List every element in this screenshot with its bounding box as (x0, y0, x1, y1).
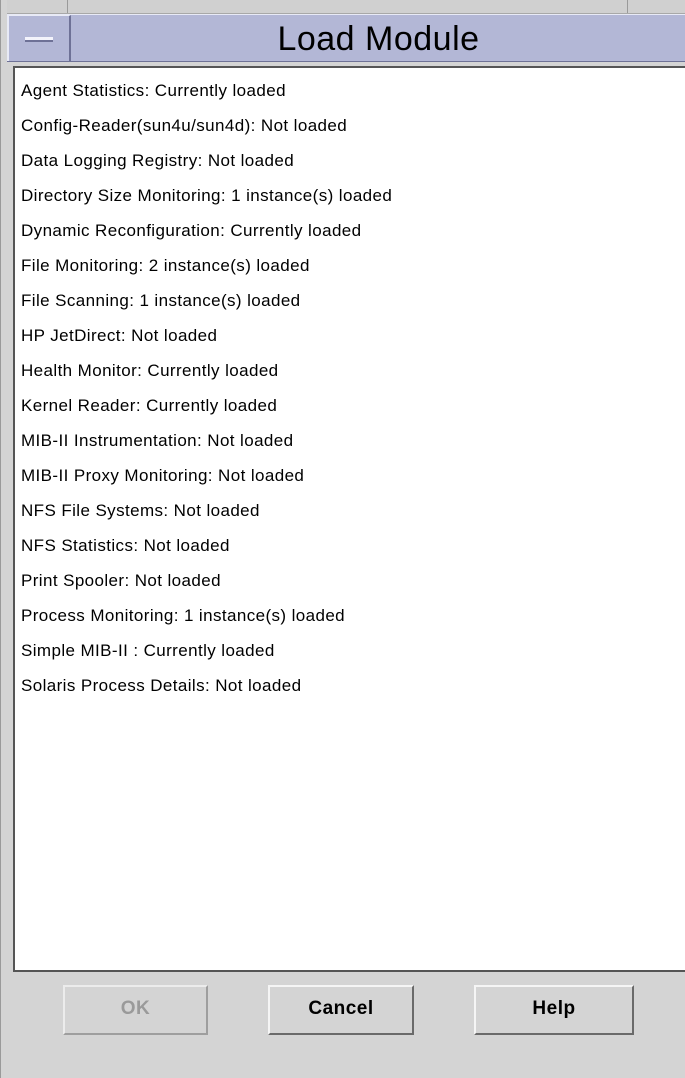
module-list-item[interactable]: Solaris Process Details: Not loaded (15, 671, 685, 706)
module-list-item[interactable]: Dynamic Reconfiguration: Currently loade… (15, 216, 685, 251)
module-list-item[interactable]: Health Monitor: Currently loaded (15, 356, 685, 391)
title-bar[interactable]: Load Module (7, 14, 685, 62)
module-list-item[interactable]: Agent Statistics: Currently loaded (15, 76, 685, 111)
module-list-item[interactable]: HP JetDirect: Not loaded (15, 321, 685, 356)
module-list-item[interactable]: NFS Statistics: Not loaded (15, 531, 685, 566)
module-list-item[interactable]: Data Logging Registry: Not loaded (15, 146, 685, 181)
dialog-button-bar: OK Cancel Help (13, 972, 685, 1078)
window-frame-top (7, 0, 685, 14)
module-list-item[interactable]: File Monitoring: 2 instance(s) loaded (15, 251, 685, 286)
window-title: Load Module (277, 20, 480, 58)
module-list-item[interactable]: File Scanning: 1 instance(s) loaded (15, 286, 685, 321)
module-list-item[interactable]: Simple MIB-II : Currently loaded (15, 636, 685, 671)
ok-button[interactable]: OK (63, 985, 208, 1035)
window-menu-icon (25, 37, 53, 42)
module-list-item[interactable]: MIB-II Instrumentation: Not loaded (15, 426, 685, 461)
frame-notch (67, 0, 68, 13)
module-list-item[interactable]: Kernel Reader: Currently loaded (15, 391, 685, 426)
module-list-item[interactable]: Config-Reader(sun4u/sun4d): Not loaded (15, 111, 685, 146)
module-list[interactable]: Agent Statistics: Currently loaded Confi… (13, 66, 685, 972)
module-list-item[interactable]: Process Monitoring: 1 instance(s) loaded (15, 601, 685, 636)
module-list-item[interactable]: Print Spooler: Not loaded (15, 566, 685, 601)
module-list-item[interactable]: MIB-II Proxy Monitoring: Not loaded (15, 461, 685, 496)
load-module-dialog: Load Module Agent Statistics: Currently … (0, 0, 685, 1078)
help-button[interactable]: Help (474, 985, 634, 1035)
frame-notch (627, 0, 628, 13)
cancel-button[interactable]: Cancel (268, 985, 414, 1035)
module-list-item[interactable]: NFS File Systems: Not loaded (15, 496, 685, 531)
module-list-item[interactable]: Directory Size Monitoring: 1 instance(s)… (15, 181, 685, 216)
window-menu-button[interactable] (7, 15, 71, 61)
